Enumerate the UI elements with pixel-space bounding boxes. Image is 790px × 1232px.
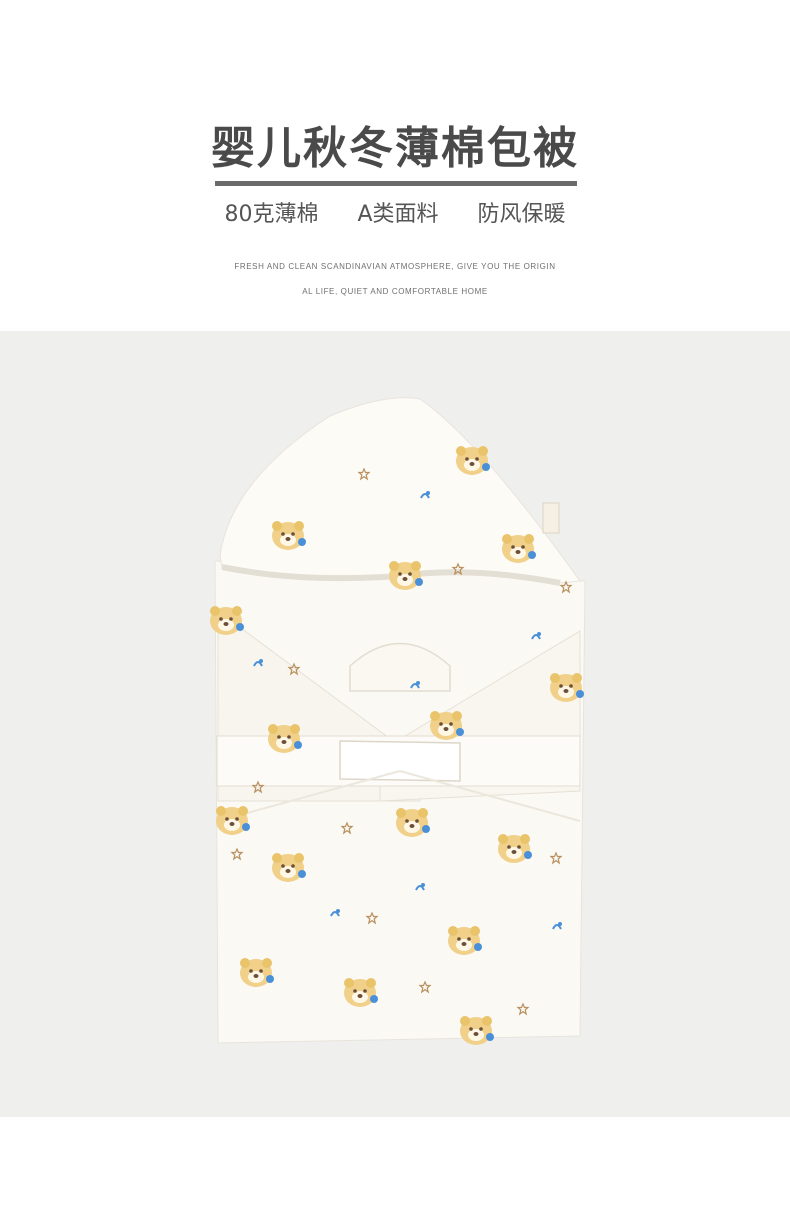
feature-item: A类面料 (357, 202, 439, 227)
swaddle-illustration (210, 397, 586, 1045)
feature-item: 80克薄棉 (224, 202, 319, 227)
tagline-line-2: AL LIFE, QUIET AND COMFORTABLE HOME (302, 287, 488, 296)
tagline-line-1: FRESH AND CLEAN SCANDINAVIAN ATMOSPHERE,… (234, 262, 556, 271)
page-title: 婴儿秋冬薄棉包被 (211, 123, 579, 174)
product-photo (0, 331, 790, 1117)
footer-spacer (0, 1117, 790, 1232)
feature-list: 80克薄棉 A类面料 防风保暖 (0, 196, 790, 228)
feature-item: 防风保暖 (477, 202, 566, 227)
header-section: 婴儿秋冬薄棉包被 80克薄棉 A类面料 防风保暖 FRESH AND CLEAN… (0, 0, 790, 330)
title-divider (215, 181, 577, 186)
